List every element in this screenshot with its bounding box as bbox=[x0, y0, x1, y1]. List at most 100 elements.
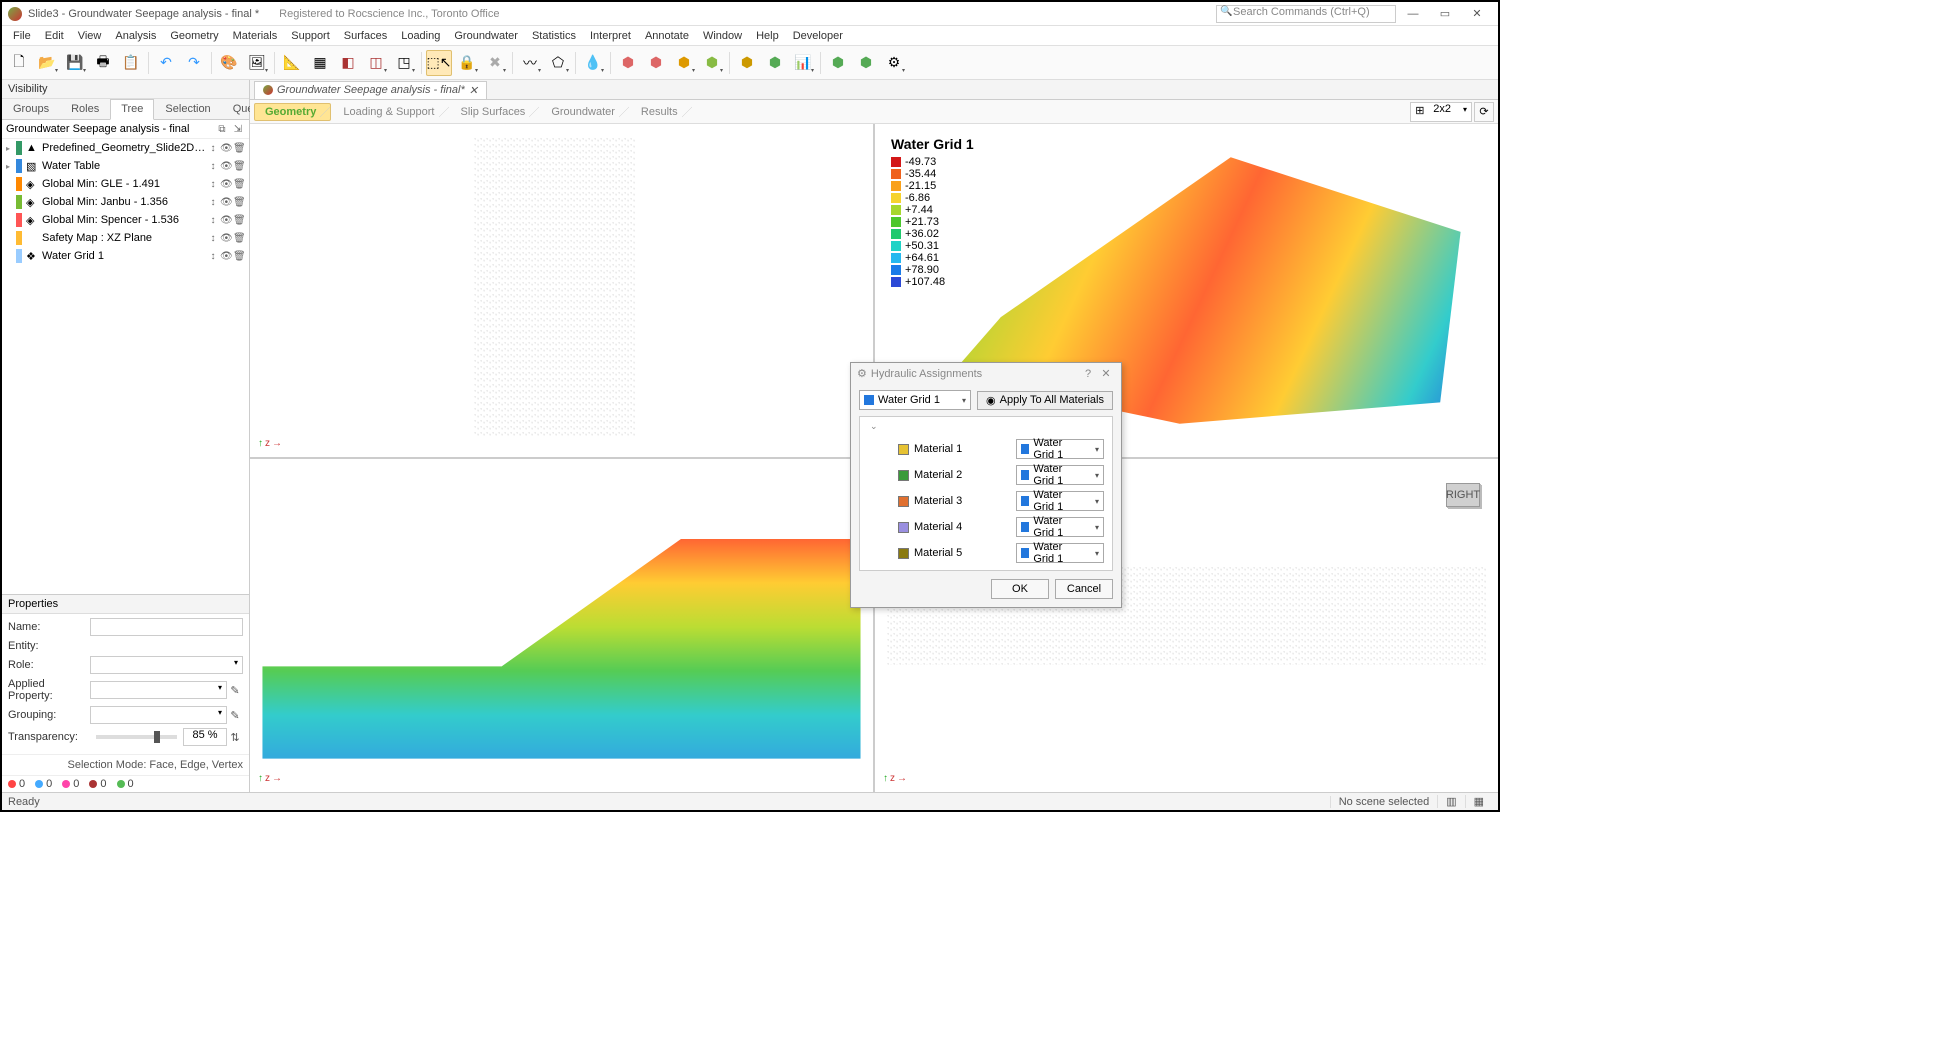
menu-support[interactable]: Support bbox=[284, 28, 337, 44]
save-button[interactable]: 💾▾ bbox=[62, 50, 88, 76]
tab-roles[interactable]: Roles bbox=[60, 99, 110, 119]
eye-icon[interactable]: 👁 bbox=[220, 179, 232, 190]
transparency-value[interactable]: 85 % bbox=[183, 728, 227, 746]
collapse-chevron-icon[interactable]: ⌄ bbox=[864, 421, 1108, 436]
move-icon[interactable]: ↕ bbox=[207, 197, 219, 208]
orientation-cube[interactable]: RIGHT bbox=[1446, 483, 1480, 507]
material-grid-select[interactable]: Water Grid 1 bbox=[1016, 465, 1104, 485]
crumb-loading[interactable]: Loading & Support bbox=[333, 104, 448, 120]
new-button[interactable]: 🗋 bbox=[6, 50, 32, 76]
status-grid-icon[interactable]: ▦ bbox=[1465, 795, 1492, 808]
trash-icon[interactable]: 🗑 bbox=[233, 197, 245, 208]
report-button[interactable]: 📋 bbox=[118, 50, 144, 76]
search-commands-input[interactable]: Search Commands (Ctrl+Q) bbox=[1216, 5, 1396, 23]
transparency-slider[interactable] bbox=[96, 735, 177, 739]
viewport-refresh-button[interactable]: ⟳ bbox=[1474, 102, 1494, 122]
prop-grouping-field[interactable]: ▾ bbox=[90, 706, 227, 724]
material-grid-select[interactable]: Water Grid 1 bbox=[1016, 517, 1104, 537]
apply-all-button[interactable]: ◉Apply To All Materials bbox=[977, 391, 1113, 410]
maximize-button[interactable]: ▭ bbox=[1430, 4, 1460, 24]
move-icon[interactable]: ↕ bbox=[207, 215, 219, 226]
redo-button[interactable]: ↷ bbox=[181, 50, 207, 76]
prop-name-field[interactable] bbox=[90, 618, 243, 636]
dimension-button[interactable]: 📐 bbox=[279, 50, 305, 76]
doc-tab-active[interactable]: Groundwater Seepage analysis - final* ✕ bbox=[254, 81, 487, 99]
tree-item[interactable]: Safety Map : XZ Plane↕👁🗑 bbox=[2, 229, 249, 247]
tree-import-icon[interactable]: ⇲ bbox=[231, 124, 245, 135]
crumb-slip[interactable]: Slip Surfaces bbox=[451, 104, 540, 120]
trash-icon[interactable]: 🗑 bbox=[233, 143, 245, 154]
trash-icon[interactable]: 🗑 bbox=[233, 233, 245, 244]
calc1-button[interactable]: ⬢ bbox=[734, 50, 760, 76]
crumb-groundwater[interactable]: Groundwater bbox=[541, 104, 629, 120]
menu-loading[interactable]: Loading bbox=[394, 28, 447, 44]
material-grid-select[interactable]: Water Grid 1 bbox=[1016, 491, 1104, 511]
cube2-button[interactable]: ⬢ bbox=[643, 50, 669, 76]
cancel-button[interactable]: Cancel bbox=[1055, 579, 1113, 599]
transparency-stepper[interactable]: ⇅ bbox=[227, 731, 243, 744]
open-button[interactable]: 📂▾ bbox=[34, 50, 60, 76]
lock-button[interactable]: 🔒▾ bbox=[454, 50, 480, 76]
wireframe-button[interactable]: ◫▾ bbox=[363, 50, 389, 76]
eye-icon[interactable]: 👁 bbox=[220, 143, 232, 154]
color-wheel-button[interactable]: 🎨 bbox=[216, 50, 242, 76]
tree-item[interactable]: ◈Global Min: GLE - 1.491↕👁🗑 bbox=[2, 175, 249, 193]
tab-groups[interactable]: Groups bbox=[2, 99, 60, 119]
trash-icon[interactable]: 🗑 bbox=[233, 161, 245, 172]
isoline-button[interactable]: ◳▾ bbox=[391, 50, 417, 76]
close-button[interactable]: ✕ bbox=[1462, 4, 1492, 24]
select-button[interactable]: ⬚↖ bbox=[426, 50, 452, 76]
prop-role-field[interactable]: ▾ bbox=[90, 656, 243, 674]
move-icon[interactable]: ↕ bbox=[207, 179, 219, 190]
edit-applied-icon[interactable]: ✎ bbox=[227, 684, 243, 697]
undo-button[interactable]: ↶ bbox=[153, 50, 179, 76]
menu-geometry[interactable]: Geometry bbox=[163, 28, 225, 44]
trash-icon[interactable]: 🗑 bbox=[233, 179, 245, 190]
water-button[interactable]: 💧▾ bbox=[580, 50, 606, 76]
viewport-top-left[interactable]: z bbox=[250, 124, 873, 457]
menu-interpret[interactable]: Interpret bbox=[583, 28, 638, 44]
crumb-results[interactable]: Results bbox=[631, 104, 692, 120]
box-button[interactable]: ◧ bbox=[335, 50, 361, 76]
grid-select[interactable]: Water Grid 1 bbox=[859, 390, 971, 410]
minimize-button[interactable]: — bbox=[1398, 4, 1428, 24]
result1-button[interactable]: ⬢ bbox=[825, 50, 851, 76]
eye-icon[interactable]: 👁 bbox=[220, 215, 232, 226]
material-grid-select[interactable]: Water Grid 1 bbox=[1016, 439, 1104, 459]
settings-button[interactable]: ⚙▾ bbox=[881, 50, 907, 76]
tree-item[interactable]: ▸▲Predefined_Geometry_Slide2D_22↕👁🗑 bbox=[2, 139, 249, 157]
tree-item[interactable]: ▸▧Water Table↕👁🗑 bbox=[2, 157, 249, 175]
menu-window[interactable]: Window bbox=[696, 28, 749, 44]
menu-help[interactable]: Help bbox=[749, 28, 786, 44]
eye-icon[interactable]: 👁 bbox=[220, 161, 232, 172]
tree-root-row[interactable]: Groundwater Seepage analysis - final ⧉ ⇲ bbox=[2, 120, 249, 139]
move-icon[interactable]: ↕ bbox=[207, 143, 219, 154]
curve-button[interactable]: 〰▾ bbox=[517, 50, 543, 76]
crumb-geometry[interactable]: Geometry bbox=[254, 103, 331, 121]
ok-button[interactable]: OK bbox=[991, 579, 1049, 599]
trash-icon[interactable]: 🗑 bbox=[233, 251, 245, 262]
prop-applied-field[interactable]: ▾ bbox=[90, 681, 227, 699]
tab-selection[interactable]: Selection bbox=[154, 99, 221, 119]
print-button[interactable]: 🖶 bbox=[90, 50, 116, 76]
doc-tab-close-icon[interactable]: ✕ bbox=[469, 84, 478, 97]
result2-button[interactable]: ⬢ bbox=[853, 50, 879, 76]
menu-surfaces[interactable]: Surfaces bbox=[337, 28, 394, 44]
move-icon[interactable]: ↕ bbox=[207, 161, 219, 172]
eye-icon[interactable]: 👁 bbox=[220, 233, 232, 244]
dialog-help-button[interactable]: ? bbox=[1079, 368, 1097, 380]
menu-groundwater[interactable]: Groundwater bbox=[447, 28, 525, 44]
eye-icon[interactable]: 👁 bbox=[220, 197, 232, 208]
tree-copy-icon[interactable]: ⧉ bbox=[215, 124, 229, 135]
move-icon[interactable]: ↕ bbox=[207, 251, 219, 262]
edit-grouping-icon[interactable]: ✎ bbox=[227, 709, 243, 722]
menu-edit[interactable]: Edit bbox=[38, 28, 71, 44]
chart-button[interactable]: 📊▾ bbox=[790, 50, 816, 76]
move-icon[interactable]: ↕ bbox=[207, 233, 219, 244]
trash-icon[interactable]: 🗑 bbox=[233, 215, 245, 226]
eye-icon[interactable]: 👁 bbox=[220, 251, 232, 262]
viewport-layout-selector[interactable]: 2x2 bbox=[1410, 102, 1472, 122]
polygon-button[interactable]: ⬠▾ bbox=[545, 50, 571, 76]
cube3-button[interactable]: ⬢▾ bbox=[671, 50, 697, 76]
tree-item[interactable]: ◈Global Min: Spencer - 1.536↕👁🗑 bbox=[2, 211, 249, 229]
